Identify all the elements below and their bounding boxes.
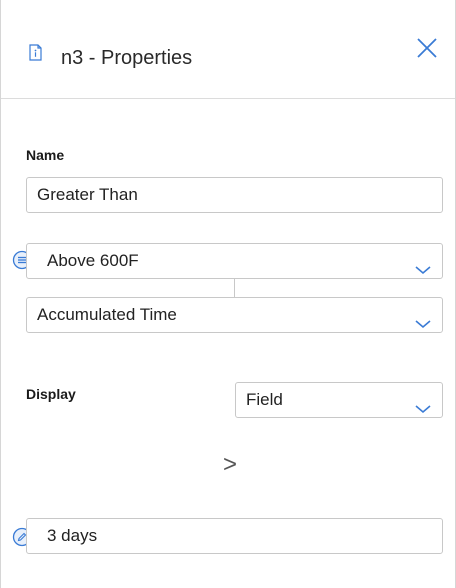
- info-document-icon: [29, 44, 42, 61]
- name-input[interactable]: Greater Than: [26, 177, 443, 213]
- threshold-input-value: 3 days: [47, 526, 98, 545]
- panel-header: n3 - Properties: [1, 0, 455, 99]
- connector-line: [234, 279, 235, 297]
- measure-select[interactable]: Accumulated Time: [26, 297, 443, 333]
- chevron-down-icon: [414, 254, 432, 275]
- display-label: Display: [26, 386, 76, 402]
- name-input-value: Greater Than: [37, 185, 138, 204]
- operator-symbol: >: [223, 451, 238, 478]
- chevron-down-icon: [414, 393, 432, 414]
- threshold-input[interactable]: 3 days: [26, 518, 443, 554]
- display-select-value: Field: [246, 390, 283, 409]
- chevron-down-icon: [414, 308, 432, 329]
- properties-panel: n3 - Properties Name Greater Than Above …: [0, 0, 456, 588]
- name-label: Name: [26, 147, 65, 163]
- close-icon[interactable]: [415, 36, 439, 60]
- display-select[interactable]: Field: [235, 382, 443, 418]
- measure-select-value: Accumulated Time: [37, 305, 177, 324]
- panel-title: n3 - Properties: [61, 47, 193, 69]
- source-select-value: Above 600F: [47, 251, 139, 270]
- source-select[interactable]: Above 600F: [26, 243, 443, 279]
